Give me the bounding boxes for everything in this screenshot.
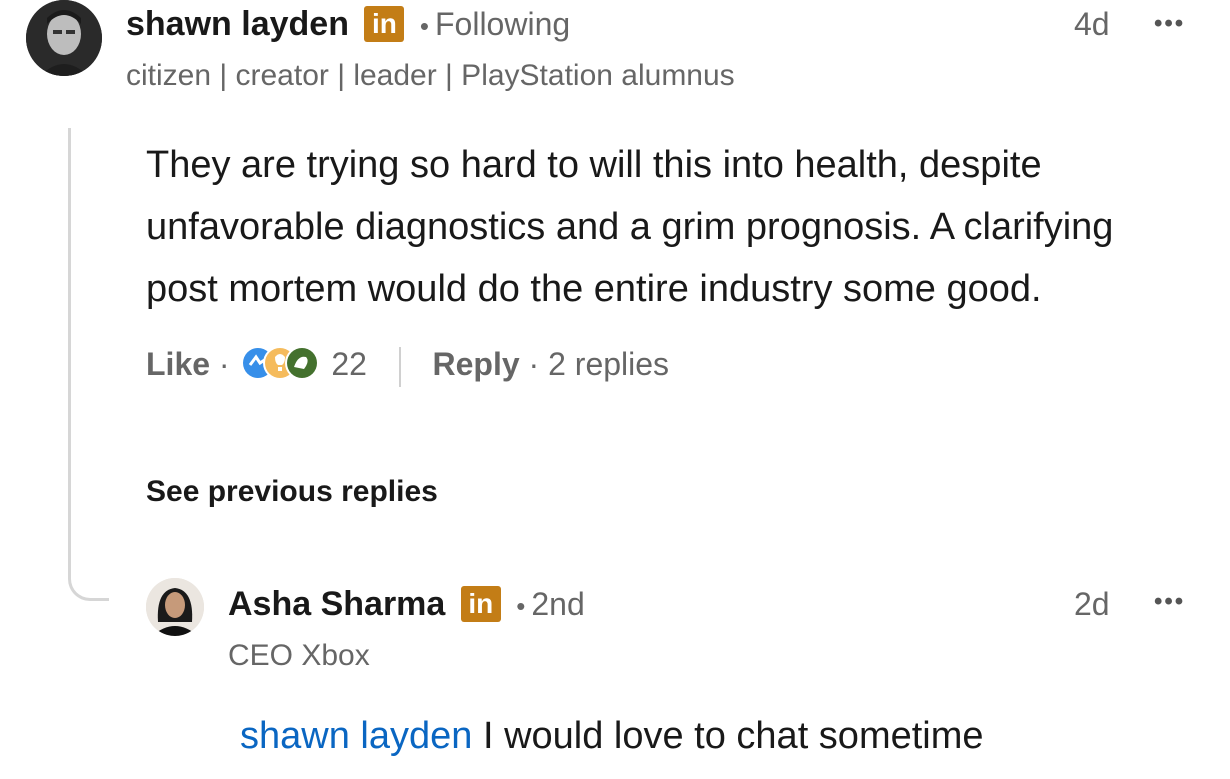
- portrait-image: [26, 0, 102, 76]
- linkedin-badge-icon: in: [364, 6, 405, 42]
- author-name[interactable]: shawn layden: [126, 5, 349, 43]
- like-button[interactable]: Like: [146, 346, 210, 382]
- shawn-layden-avatar[interactable]: [26, 0, 102, 76]
- reply-author-name[interactable]: Asha Sharma: [228, 585, 445, 623]
- comment-text-line: unfavorable diagnostics and a grim progn…: [146, 206, 1114, 248]
- comment-actions: Like · 22 Reply · 2 replies: [146, 340, 669, 388]
- see-previous-replies-link[interactable]: See previous replies: [146, 470, 438, 514]
- reply-author-line: Asha Sharma in • 2nd: [228, 582, 585, 626]
- portrait-image: [146, 578, 204, 636]
- linkedin-badge-icon: in: [460, 586, 501, 622]
- comment-time: 4d: [1074, 6, 1110, 42]
- comment-text: They are trying so hard to will this int…: [146, 134, 1113, 320]
- thread-connector-line: [68, 128, 109, 601]
- comment-author-line: shawn layden in • Following: [126, 2, 570, 46]
- reply-relation-label: 2nd: [531, 586, 585, 622]
- separator-dot: ·: [218, 346, 239, 382]
- action-divider: [398, 346, 401, 387]
- reply-author-headline: CEO Xbox: [228, 639, 370, 672]
- reply-text-body: I would love to chat sometime: [472, 715, 984, 757]
- comment-text-line: They are trying so hard to will this int…: [146, 144, 1042, 186]
- mention-link[interactable]: shawn layden: [240, 715, 472, 757]
- relation-label: Following: [434, 6, 571, 42]
- reply-time: 2d: [1074, 586, 1110, 622]
- reactions-icon[interactable]: [238, 343, 322, 383]
- separator-dot: •: [516, 591, 526, 621]
- more-options-icon[interactable]: •••: [1154, 6, 1185, 42]
- author-headline: citizen | creator | leader | PlayStation…: [126, 59, 735, 92]
- separator-dot: ·: [528, 346, 549, 382]
- reply-more-options-icon[interactable]: •••: [1154, 584, 1185, 620]
- asha-sharma-avatar[interactable]: [146, 578, 204, 636]
- reply-text: shawn layden I would love to chat someti…: [240, 710, 984, 762]
- comment-text-line: post mortem would do the entire industry…: [146, 268, 1042, 310]
- reaction-count[interactable]: 22: [331, 346, 367, 382]
- replies-count-link[interactable]: 2 replies: [548, 346, 669, 382]
- reply-button[interactable]: Reply: [433, 346, 520, 382]
- separator-dot: •: [419, 11, 429, 41]
